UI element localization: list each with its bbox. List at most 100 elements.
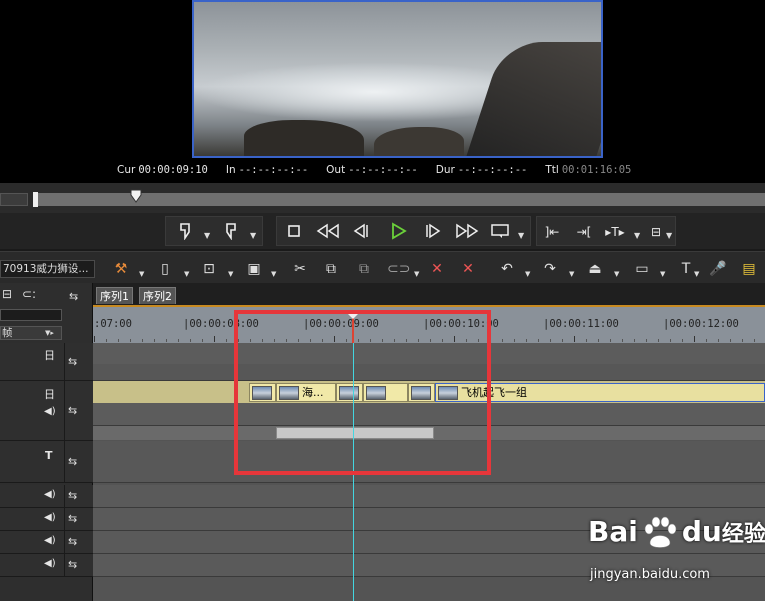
mic-icon[interactable]: 🎤 [709, 259, 727, 279]
open-icon[interactable]: ⊡ [200, 259, 218, 279]
track-header-audio-3[interactable]: ◀) ⇆ [0, 531, 93, 554]
overwrite-icon[interactable]: ⊟ [648, 222, 664, 242]
marker-icon[interactable]: ⏏ [586, 259, 604, 279]
title-track[interactable] [93, 441, 765, 483]
video-clip[interactable] [363, 383, 408, 402]
speaker-icon: ◀) [44, 558, 56, 569]
goto-out-icon[interactable]: ⇥[ [572, 222, 596, 242]
step-back-icon[interactable] [350, 223, 370, 239]
mixer-icon[interactable]: ▭ [631, 259, 653, 279]
new-icon[interactable]: ▯ [156, 259, 174, 279]
timecode-dur-value: --:--:--:-- [457, 164, 528, 176]
video-clip[interactable] [336, 383, 363, 402]
ruler-tick [358, 339, 359, 342]
set-out-icon[interactable] [224, 222, 238, 240]
goto-in-icon[interactable]: ]⇤ [541, 222, 563, 242]
track-header-audio-4[interactable]: ◀) ⇆ [0, 554, 93, 577]
insert-icon[interactable]: ▸T▸ [604, 222, 626, 242]
loop-icon[interactable] [490, 223, 512, 239]
chevron-down-icon[interactable]: ▼ [666, 231, 672, 240]
chevron-down-icon[interactable]: ▼ [694, 270, 699, 278]
scrubber-in-marker[interactable] [33, 192, 38, 207]
playhead-handle-icon[interactable] [346, 312, 360, 320]
track-header-audio-1[interactable]: ◀) ⇆ [0, 485, 93, 508]
chevron-down-icon[interactable]: ▼ [634, 231, 640, 240]
undo-icon[interactable]: ↶ [498, 259, 516, 279]
sync-icon[interactable]: ⇆ [68, 535, 77, 548]
project-name-field[interactable]: 70913威力狮设... [0, 260, 95, 278]
video-clip[interactable] [408, 383, 435, 402]
redo-icon[interactable]: ↷ [541, 259, 559, 279]
sync-icon[interactable]: ⇆ [68, 558, 77, 571]
video-clip[interactable]: 海... [276, 383, 336, 402]
ruler-tick [142, 339, 143, 342]
link-icon[interactable]: ⊂⊃ [387, 259, 410, 279]
scrubber-playhead-icon[interactable] [130, 189, 142, 203]
scrubber-track[interactable] [33, 193, 765, 206]
sync-icon[interactable]: ⇆ [68, 512, 77, 525]
timecode-dur: Dur --:--:--:-- [436, 164, 528, 176]
tab-sequence-2[interactable]: 序列2 [139, 287, 176, 304]
ruler-tick [658, 339, 659, 342]
av-track-audio-lane[interactable] [93, 403, 765, 426]
chevron-down-icon[interactable]: ▼ [569, 270, 574, 278]
track-header-video-1[interactable]: 日 ⇆ [0, 343, 93, 381]
ruler-tick [346, 339, 347, 342]
sync-icon[interactable]: ⇆ [69, 290, 78, 303]
audio-clip[interactable] [276, 427, 434, 439]
chevron-down-icon[interactable]: ▼ [525, 270, 530, 278]
speaker-icon: ◀) [44, 406, 56, 417]
delete-icon[interactable]: ✕ [428, 259, 446, 279]
ruler-tick [262, 339, 263, 342]
sync-icon[interactable]: ⇆ [68, 404, 77, 417]
play-icon[interactable] [389, 222, 409, 240]
title-icon[interactable]: T [677, 259, 695, 279]
tool-icon[interactable]: ⚒ [112, 259, 130, 279]
fast-forward-icon[interactable] [454, 223, 480, 239]
ruler-tick [694, 336, 695, 342]
chevron-down-icon[interactable]: ▼ [518, 231, 524, 240]
clip-label: 海... [302, 386, 324, 399]
copy-icon[interactable]: ⧉ [322, 259, 340, 279]
chevron-down-icon[interactable]: ▼ [614, 270, 619, 278]
video-preview [192, 0, 603, 158]
set-in-icon[interactable] [178, 222, 192, 240]
chevron-down-icon[interactable]: ▼ [271, 270, 276, 278]
paste-icon[interactable]: ⧉ [355, 259, 373, 279]
chevron-down-icon[interactable]: ▼ [660, 270, 665, 278]
track-header-av-1[interactable]: 日 ◀) ⇆ [0, 381, 93, 441]
chevron-down-icon[interactable]: ▼ [228, 270, 233, 278]
stop-icon[interactable] [287, 224, 301, 238]
zoom-select-label: 帧 [2, 327, 13, 339]
rewind-icon[interactable] [315, 223, 341, 239]
chevron-down-icon[interactable]: ▼ [414, 270, 419, 278]
scrubber-left-handle[interactable] [0, 193, 28, 206]
chevron-down-icon[interactable]: ▼ [139, 270, 144, 278]
ruler-tick [190, 339, 191, 342]
clip-thumbnail [252, 386, 272, 400]
video-clip[interactable] [249, 383, 276, 402]
track-settings-icon[interactable]: ⊟ [2, 287, 12, 301]
ripple-delete-icon[interactable]: ✕ [459, 259, 477, 279]
step-forward-icon[interactable] [424, 223, 444, 239]
track-header-title[interactable]: T ⇆ [0, 441, 93, 483]
tab-sequence-1[interactable]: 序列1 [96, 287, 133, 304]
sync-icon[interactable]: ⇆ [68, 455, 77, 468]
snap-icon[interactable]: ⊂: [22, 287, 36, 301]
video-clip[interactable]: 飞机起飞一组 [435, 383, 765, 402]
save-icon[interactable]: ▣ [245, 259, 263, 279]
zoom-slider[interactable] [0, 309, 62, 321]
cut-icon[interactable]: ✂ [291, 259, 309, 279]
sync-icon[interactable]: ⇆ [68, 355, 77, 368]
audio-track-1[interactable] [93, 485, 765, 508]
track-header-audio-2[interactable]: ◀) ⇆ [0, 508, 93, 531]
chevron-down-icon[interactable]: ▼ [250, 231, 256, 240]
divider [64, 531, 65, 554]
render-icon[interactable]: ▤ [738, 259, 760, 279]
ruler-tick [130, 339, 131, 342]
zoom-select[interactable]: 帧 ▼▸ [0, 326, 62, 340]
chevron-down-icon[interactable]: ▼ [184, 270, 189, 278]
sync-icon[interactable]: ⇆ [68, 489, 77, 502]
timeline-playhead[interactable] [353, 318, 354, 601]
chevron-down-icon[interactable]: ▼ [204, 231, 210, 240]
